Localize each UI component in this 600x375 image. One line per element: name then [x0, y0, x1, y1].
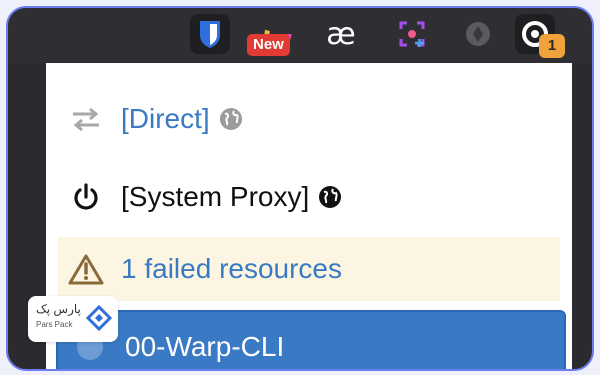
system-proxy-label: [System Proxy] [121, 181, 310, 212]
parspack-logo-icon [86, 305, 112, 331]
new-badge: New [247, 34, 290, 56]
capture-icon [399, 21, 425, 47]
globe-icon [218, 106, 244, 132]
parspack-watermark: پارس پک Pars Pack [28, 296, 118, 342]
profile-warp-label: 00-Warp-CLI [125, 331, 285, 362]
transfer-arrows-icon [66, 99, 106, 139]
shield-icon [200, 21, 220, 48]
pen-nib-icon [466, 22, 490, 46]
globe-icon [317, 184, 343, 210]
direct-label: [Direct] [121, 103, 210, 134]
extension-shield-button[interactable] [190, 14, 230, 54]
watermark-brand-en: Pars Pack [36, 320, 73, 329]
failed-resources-label: 1 failed resources [121, 253, 343, 284]
extension-grey-button[interactable] [458, 14, 498, 54]
extension-count-badge: 1 [539, 34, 565, 58]
menu-item-system-proxy[interactable]: [System Proxy] [46, 165, 572, 229]
watermark-brand-fa: پارس پک [36, 302, 81, 316]
menu-item-failed-resources[interactable]: 1 failed resources [58, 237, 560, 301]
warning-icon [66, 249, 106, 289]
extension-ae-button[interactable]: æ [321, 14, 361, 54]
power-icon [66, 177, 106, 217]
ae-icon: æ [326, 16, 356, 52]
proxy-popup-menu: [Direct] [System Proxy] 1 failed resourc… [46, 63, 572, 369]
extension-capture-button[interactable] [392, 14, 432, 54]
browser-toolbar: New æ 1 [8, 8, 592, 63]
menu-item-direct[interactable]: [Direct] [46, 87, 572, 151]
menu-item-profile-warp[interactable]: 00-Warp-CLI [56, 310, 566, 369]
